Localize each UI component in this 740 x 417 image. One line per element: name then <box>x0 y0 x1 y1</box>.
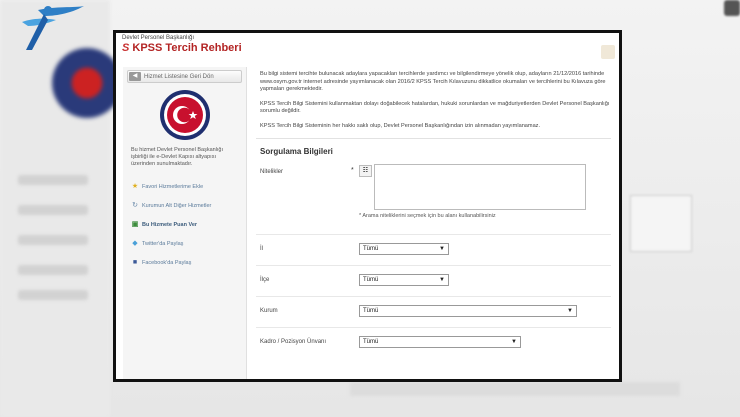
ilce-select[interactable]: Tümü ▼ <box>359 274 449 286</box>
info-text: Bu bilgi sistemi tercihte bulunacak aday… <box>256 67 619 130</box>
back-arrow-icon: ◀ <box>129 72 141 81</box>
site-header: Devlet Personel Başkanlığı S KPSS Tercih… <box>116 33 619 64</box>
il-select[interactable]: Tümü ▼ <box>359 243 449 255</box>
background-menu-item <box>18 235 88 245</box>
section-title: Sorgulama Bilgileri <box>260 147 333 156</box>
s-logo-icon: S <box>122 42 130 54</box>
sidebar-link-other-services[interactable]: ↻ Kurumun Alt Diğer Hizmetler <box>131 201 238 210</box>
kurum-select-value: Tümü <box>363 308 379 314</box>
background-menu-item <box>18 205 88 215</box>
kurum-label: Kurum <box>260 308 278 314</box>
background-menu-item <box>18 290 88 300</box>
sidebar-link-label: Bu Hizmete Puan Ver <box>142 221 198 228</box>
background-menu-item <box>18 265 88 275</box>
background-bar <box>350 382 680 396</box>
il-label: İl <box>260 246 263 252</box>
info-paragraph: KPSS Tercih Bilgi Sistemini kullanmaktan… <box>260 100 610 115</box>
kurum-select[interactable]: Tümü ▼ <box>359 305 577 317</box>
twitter-icon: ◆ <box>132 239 138 247</box>
chevron-down-icon: ▼ <box>439 277 445 283</box>
sidebar: ◀ Hizmet Listesine Geri Dön Bu hizmet De… <box>123 67 247 379</box>
background-corner <box>724 0 740 16</box>
back-to-list-button[interactable]: ◀ Hizmet Listesine Geri Dön <box>127 70 242 83</box>
sidebar-link-label: Twitter'da Paylaş <box>142 240 184 247</box>
star-icon: ★ <box>131 182 139 190</box>
dpb-logo-icon <box>159 90 210 140</box>
sidebar-link-favorites[interactable]: ★ Favori Hizmetlerime Ekle <box>131 182 238 191</box>
nitelikler-hint: * Arama niteliklerini seçmek için bu ala… <box>359 213 496 219</box>
form-row-kadro: Kadro / Pozisyon Ünvanı Tümü ▼ <box>256 328 611 358</box>
screenshot-frame: Devlet Personel Başkanlığı S KPSS Tercih… <box>113 30 622 382</box>
header-corner-icon <box>601 45 615 59</box>
ilce-select-value: Tümü <box>363 277 379 283</box>
list-icon: ☷ <box>362 168 369 174</box>
sidebar-link-facebook[interactable]: ■ Facebook'da Paylaş <box>131 258 238 267</box>
refresh-icon: ↻ <box>132 201 138 209</box>
site-title-text: KPSS Tercih Rehberi <box>132 42 242 54</box>
sidebar-link-twitter[interactable]: ◆ Twitter'da Paylaş <box>131 239 238 248</box>
service-description: Bu hizmet Devlet Personel Başkanlığı işb… <box>131 147 224 167</box>
main-content: Bu bilgi sistemi tercihte bulunacak aday… <box>256 67 619 379</box>
ilce-label: İlçe <box>260 277 270 283</box>
kadro-label: Kadro / Pozisyon Ünvanı <box>260 339 327 345</box>
watermark-logo-icon <box>22 6 84 50</box>
nitelikler-textarea[interactable] <box>374 164 586 210</box>
sidebar-link-label: Kurumun Alt Diğer Hizmetler <box>142 202 212 209</box>
back-to-list-label: Hizmet Listesine Geri Dön <box>144 73 214 80</box>
org-name: Devlet Personel Başkanlığı <box>122 35 195 41</box>
kadro-select[interactable]: Tümü ▼ <box>359 336 521 348</box>
sidebar-link-label: Favori Hizmetlerime Ekle <box>142 183 204 190</box>
chevron-down-icon: ▼ <box>439 246 445 252</box>
background-menu-item <box>18 175 88 185</box>
form-row-ilce: İlçe Tümü ▼ <box>256 266 611 297</box>
form-row-nitelikler: Nitelikler * ☷ * Arama niteliklerini seç… <box>256 164 611 235</box>
il-select-value: Tümü <box>363 246 379 252</box>
site-title[interactable]: S KPSS Tercih Rehberi <box>122 42 613 54</box>
nitelikler-label: Nitelikler <box>260 169 284 175</box>
form-row-il: İl Tümü ▼ <box>256 235 611 266</box>
dpb-emblem <box>129 89 240 141</box>
sidebar-link-rate[interactable]: ▣ Bu Hizmete Puan Ver <box>131 220 238 229</box>
chevron-down-icon: ▼ <box>511 339 517 345</box>
required-mark: * <box>351 167 354 174</box>
rating-icon: ▣ <box>131 220 139 228</box>
divider <box>256 138 611 139</box>
select-attributes-button[interactable]: ☷ <box>359 165 372 177</box>
info-paragraph: KPSS Tercih Bilgi Sisteminin her hakkı s… <box>260 122 541 129</box>
kadro-select-value: Tümü <box>363 339 379 345</box>
background-box <box>630 195 692 252</box>
sidebar-links: ★ Favori Hizmetlerime Ekle ↻ Kurumun Alt… <box>123 182 246 267</box>
info-paragraph: Bu bilgi sistemi tercihte bulunacak aday… <box>260 71 606 92</box>
chevron-down-icon: ▼ <box>567 308 573 314</box>
facebook-icon: ■ <box>132 258 138 266</box>
form-row-kurum: Kurum Tümü ▼ <box>256 297 611 328</box>
sidebar-link-label: Facebook'da Paylaş <box>142 259 192 266</box>
background-emblem <box>52 48 122 118</box>
